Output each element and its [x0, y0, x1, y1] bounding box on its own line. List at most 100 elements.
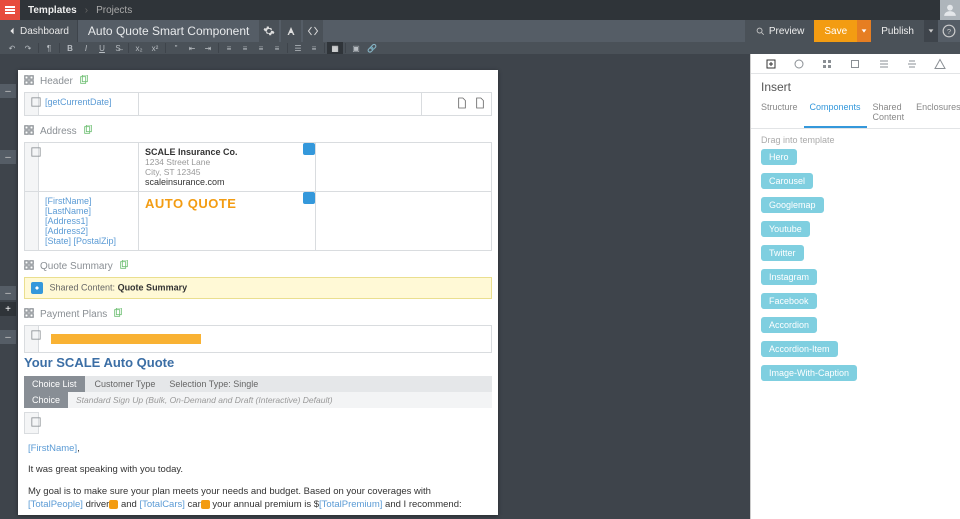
history-mode-icon[interactable]	[848, 57, 862, 71]
totalcars-placeholder[interactable]: [TotalCars]	[139, 499, 184, 510]
insert-mode-icon[interactable]	[764, 57, 778, 71]
section-payment-plans[interactable]: Payment Plans	[18, 303, 498, 325]
row-handle-icon[interactable]	[25, 413, 39, 434]
chip-twitter[interactable]: Twitter	[761, 245, 804, 261]
publish-chevron-icon[interactable]	[924, 20, 938, 42]
chip-facebook[interactable]: Facebook	[761, 293, 817, 309]
section-quote-label: Quote Summary	[40, 261, 113, 272]
app-logo[interactable]	[0, 0, 20, 20]
section-header[interactable]: Header	[18, 70, 498, 92]
tab-enclosures[interactable]: Enclosures	[910, 98, 960, 128]
chip-youtube[interactable]: Youtube	[761, 221, 810, 237]
styles-mode-icon[interactable]	[792, 57, 806, 71]
totalpremium-placeholder[interactable]: [TotalPremium]	[319, 499, 382, 510]
addr2-placeholder[interactable]: [Address2]	[45, 226, 88, 236]
warning-mode-icon[interactable]	[933, 57, 947, 71]
toolbar-paragraph-icon[interactable]: ¶	[41, 42, 57, 54]
doc-icon[interactable]	[475, 101, 485, 111]
copy-icon[interactable]	[83, 125, 93, 138]
chip-carousel[interactable]: Carousel	[761, 173, 813, 189]
chip-googlemap[interactable]: Googlemap	[761, 197, 824, 213]
list-mode-icon[interactable]	[877, 57, 891, 71]
toolbar-strike-icon[interactable]: S̶	[110, 42, 126, 54]
section-address[interactable]: Address	[18, 120, 498, 142]
user-avatar[interactable]	[940, 0, 960, 20]
doc-icon[interactable]	[457, 101, 467, 111]
template-page: Header [getCurrentDate] Ad	[18, 70, 498, 515]
font-icon[interactable]	[281, 20, 301, 42]
toolbar-table-icon[interactable]: ▦	[327, 42, 343, 54]
title-bar: Dashboard Auto Quote Smart Component Pre…	[0, 20, 960, 42]
back-to-dashboard-button[interactable]: Dashboard	[0, 20, 78, 42]
drag-chip-icon[interactable]	[303, 143, 315, 155]
tab-components[interactable]: Components	[804, 98, 867, 128]
section-payment-label: Payment Plans	[40, 309, 107, 320]
toolbar-redo-icon[interactable]: ↷	[20, 42, 36, 54]
section-quote-summary[interactable]: Quote Summary	[18, 255, 498, 277]
customer-type-tab[interactable]: Customer Type	[85, 379, 166, 389]
selection-type-value: Single	[233, 379, 258, 389]
plural-token-icon[interactable]	[109, 500, 118, 509]
shared-content-strip[interactable]: Shared Content: Quote Summary	[24, 277, 492, 299]
tab-shared-content[interactable]: Shared Content	[867, 98, 911, 128]
plural-token-icon[interactable]	[201, 500, 210, 509]
code-icon[interactable]	[303, 20, 323, 42]
toolbar-italic-icon[interactable]: I	[78, 42, 94, 54]
toolbar-indent-icon[interactable]: ⇥	[200, 42, 216, 54]
toolbar-align-left-icon[interactable]: ≡	[221, 42, 237, 54]
toolbar-link-icon[interactable]: 🔗	[364, 42, 380, 54]
toolbar-align-justify-icon[interactable]: ≡	[269, 42, 285, 54]
chip-instagram[interactable]: Instagram	[761, 269, 817, 285]
settings-icon[interactable]	[259, 20, 279, 42]
panel-title: Insert	[751, 74, 960, 98]
breadcrumb-projects[interactable]: Projects	[88, 5, 140, 16]
toolbar-sup-icon[interactable]: x²	[147, 42, 163, 54]
toolbar-outdent-icon[interactable]: ⇤	[184, 42, 200, 54]
row-handle-icon[interactable]	[25, 326, 39, 353]
copy-icon[interactable]	[119, 260, 129, 273]
chip-accordion-item[interactable]: Accordion-Item	[761, 341, 838, 357]
totalpeople-placeholder[interactable]: [TotalPeople]	[28, 499, 83, 510]
save-button[interactable]: Save	[814, 20, 857, 42]
help-icon[interactable]: ?	[938, 20, 960, 42]
preview-button[interactable]: Preview	[745, 20, 815, 42]
toolbar-insert-icon[interactable]: ▣	[348, 42, 364, 54]
copy-icon[interactable]	[113, 308, 123, 321]
addr1-placeholder[interactable]: [Address1]	[45, 216, 88, 226]
chip-image-with-caption[interactable]: Image-With-Caption	[761, 365, 857, 381]
copy-icon[interactable]	[79, 75, 89, 88]
data-mode-icon[interactable]	[820, 57, 834, 71]
firstname-placeholder[interactable]: [FirstName]	[28, 443, 77, 454]
row-handle-icon[interactable]	[25, 93, 39, 116]
add-section-icon[interactable]: +	[0, 302, 16, 316]
tab-structure[interactable]: Structure	[755, 98, 804, 128]
toolbar-olist-icon[interactable]: ≡	[306, 42, 322, 54]
chip-accordion[interactable]: Accordion	[761, 317, 817, 333]
save-chevron-icon[interactable]	[857, 20, 871, 42]
toolbar-align-right-icon[interactable]: ≡	[253, 42, 269, 54]
toolbar-bold-icon[interactable]: B	[62, 42, 78, 54]
align-mode-icon[interactable]	[905, 57, 919, 71]
publish-button[interactable]: Publish	[871, 20, 924, 42]
row-handle-icon[interactable]	[25, 143, 39, 192]
toolbar-list-icon[interactable]: ☰	[290, 42, 306, 54]
collapse-address-icon[interactable]: –	[0, 150, 16, 164]
chip-hero[interactable]: Hero	[761, 149, 797, 165]
toolbar-sub-icon[interactable]: x₂	[131, 42, 147, 54]
choice-list-tab[interactable]: Choice List	[24, 376, 85, 392]
breadcrumb-templates[interactable]: Templates	[20, 5, 85, 16]
toolbar-underline-icon[interactable]: U	[94, 42, 110, 54]
expand-icon	[24, 75, 34, 88]
drag-chip-icon[interactable]	[303, 192, 315, 204]
state-placeholder[interactable]: [State] [PostalZip]	[45, 236, 116, 246]
toolbar-align-center-icon[interactable]: ≡	[237, 42, 253, 54]
date-placeholder[interactable]: [getCurrentDate]	[45, 97, 112, 107]
collapse-payment-icon[interactable]: –	[0, 330, 16, 344]
toolbar-undo-icon[interactable]: ↶	[4, 42, 20, 54]
choice-chip[interactable]: Choice	[24, 392, 68, 408]
collapse-quote-icon[interactable]: –	[0, 286, 16, 300]
name-placeholder[interactable]: [FirstName] [LastName]	[45, 196, 92, 216]
format-toolbar: ↶ ↷ ¶ B I U S̶ x₂ x² " ⇤ ⇥ ≡ ≡ ≡ ≡ ☰ ≡ ▦…	[0, 42, 960, 54]
collapse-header-icon[interactable]: –	[0, 84, 16, 98]
toolbar-quote-icon[interactable]: "	[168, 42, 184, 54]
